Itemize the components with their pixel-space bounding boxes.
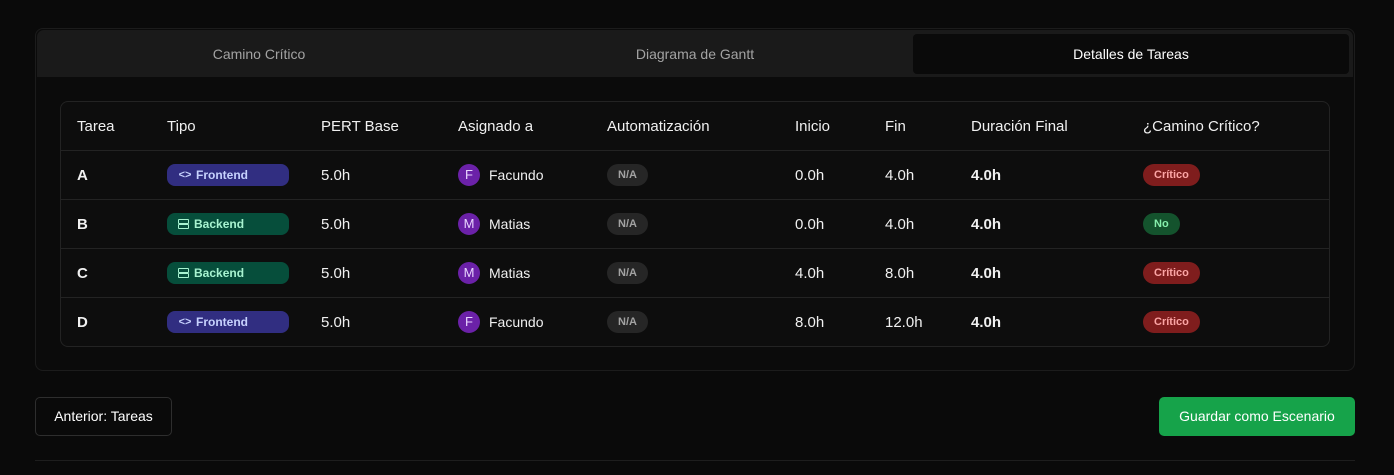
final-duration-value: 4.0h bbox=[971, 150, 1143, 200]
final-duration-value: 4.0h bbox=[971, 313, 1002, 331]
table-row: B Backend 5.0h M Matias N/A 0.0h 4.0h 4.… bbox=[61, 199, 1329, 249]
tab-gantt-chart[interactable]: Diagrama de Gantt bbox=[477, 34, 913, 74]
pert-value: 5.0h bbox=[321, 199, 458, 249]
avatar: M bbox=[458, 262, 480, 284]
assignee-name: Facundo bbox=[489, 167, 544, 183]
type-badge-frontend: <> Frontend bbox=[167, 311, 289, 333]
assignee-name: Matias bbox=[489, 265, 531, 281]
end-value: 8.0h bbox=[885, 248, 971, 298]
server-icon bbox=[178, 219, 189, 229]
type-label: Backend bbox=[194, 217, 245, 231]
column-header-task: Tarea bbox=[61, 102, 167, 151]
critical-badge: No bbox=[1143, 213, 1180, 235]
code-icon: <> bbox=[178, 169, 192, 181]
type-label: Frontend bbox=[196, 315, 248, 329]
table-row: A <> Frontend 5.0h F Facundo N/A 0.0h 4.… bbox=[61, 150, 1329, 200]
assignee: F Facundo bbox=[458, 311, 543, 333]
assignee: M Matias bbox=[458, 213, 530, 235]
task-id: C bbox=[61, 248, 167, 298]
column-header-assignee: Asignado a bbox=[458, 102, 607, 151]
avatar: F bbox=[458, 164, 480, 186]
save-scenario-button[interactable]: Guardar como Escenario bbox=[1159, 397, 1355, 436]
tab-bar: Camino Crítico Diagrama de Gantt Detalle… bbox=[37, 30, 1353, 77]
pert-value: 5.0h bbox=[321, 150, 458, 200]
end-value: 4.0h bbox=[885, 150, 971, 200]
tab-task-details[interactable]: Detalles de Tareas bbox=[913, 34, 1349, 74]
end-value: 12.0h bbox=[885, 313, 923, 331]
assignee-name: Facundo bbox=[489, 314, 544, 330]
column-header-type: Tipo bbox=[167, 102, 321, 151]
critical-badge: Crítico bbox=[1143, 262, 1200, 284]
assignee: F Facundo bbox=[458, 164, 543, 186]
code-icon: <> bbox=[178, 316, 192, 328]
footer-divider bbox=[35, 460, 1355, 461]
column-header-automation: Automatización bbox=[607, 102, 795, 151]
assignee-name: Matias bbox=[489, 216, 531, 232]
type-badge-backend: Backend bbox=[167, 213, 289, 235]
avatar: F bbox=[458, 311, 480, 333]
end-value: 4.0h bbox=[885, 199, 971, 249]
type-label: Backend bbox=[194, 266, 245, 280]
table-row: C Backend 5.0h M Matias N/A 4.0h 8.0h 4.… bbox=[61, 248, 1329, 298]
table-row: D <> Frontend 5.0h F Facundo N/A 8.0h 12… bbox=[61, 298, 1329, 347]
column-header-critical: ¿Camino Crítico? bbox=[1143, 102, 1329, 151]
previous-tasks-button[interactable]: Anterior: Tareas bbox=[35, 397, 172, 436]
start-value: 0.0h bbox=[795, 150, 885, 200]
column-header-end: Fin bbox=[885, 102, 971, 151]
automation-badge: N/A bbox=[607, 164, 648, 186]
critical-badge: Crítico bbox=[1143, 311, 1200, 333]
avatar: M bbox=[458, 213, 480, 235]
server-icon bbox=[178, 268, 189, 278]
task-id: D bbox=[77, 313, 88, 331]
task-details-table: Tarea Tipo PERT Base Asignado a Automati… bbox=[60, 101, 1330, 347]
column-header-pert: PERT Base bbox=[321, 102, 458, 151]
final-duration-value: 4.0h bbox=[971, 248, 1143, 298]
task-id: B bbox=[61, 199, 167, 249]
pert-value: 5.0h bbox=[321, 248, 458, 298]
start-value: 0.0h bbox=[795, 199, 885, 249]
automation-badge: N/A bbox=[607, 213, 648, 235]
task-id: A bbox=[61, 150, 167, 200]
column-header-start: Inicio bbox=[795, 102, 885, 151]
start-value: 8.0h bbox=[795, 313, 825, 331]
table-header-row: Tarea Tipo PERT Base Asignado a Automati… bbox=[61, 102, 1329, 151]
start-value: 4.0h bbox=[795, 248, 885, 298]
critical-badge: Crítico bbox=[1143, 164, 1200, 186]
tab-critical-path[interactable]: Camino Crítico bbox=[41, 34, 477, 74]
column-header-duration: Duración Final bbox=[971, 102, 1143, 151]
results-card: Camino Crítico Diagrama de Gantt Detalle… bbox=[35, 28, 1355, 371]
type-badge-backend: Backend bbox=[167, 262, 289, 284]
type-label: Frontend bbox=[196, 168, 248, 182]
automation-badge: N/A bbox=[607, 262, 648, 284]
assignee: M Matias bbox=[458, 262, 530, 284]
type-badge-frontend: <> Frontend bbox=[167, 164, 289, 186]
final-duration-value: 4.0h bbox=[971, 199, 1143, 249]
pert-value: 5.0h bbox=[321, 313, 351, 331]
automation-badge: N/A bbox=[607, 311, 648, 333]
